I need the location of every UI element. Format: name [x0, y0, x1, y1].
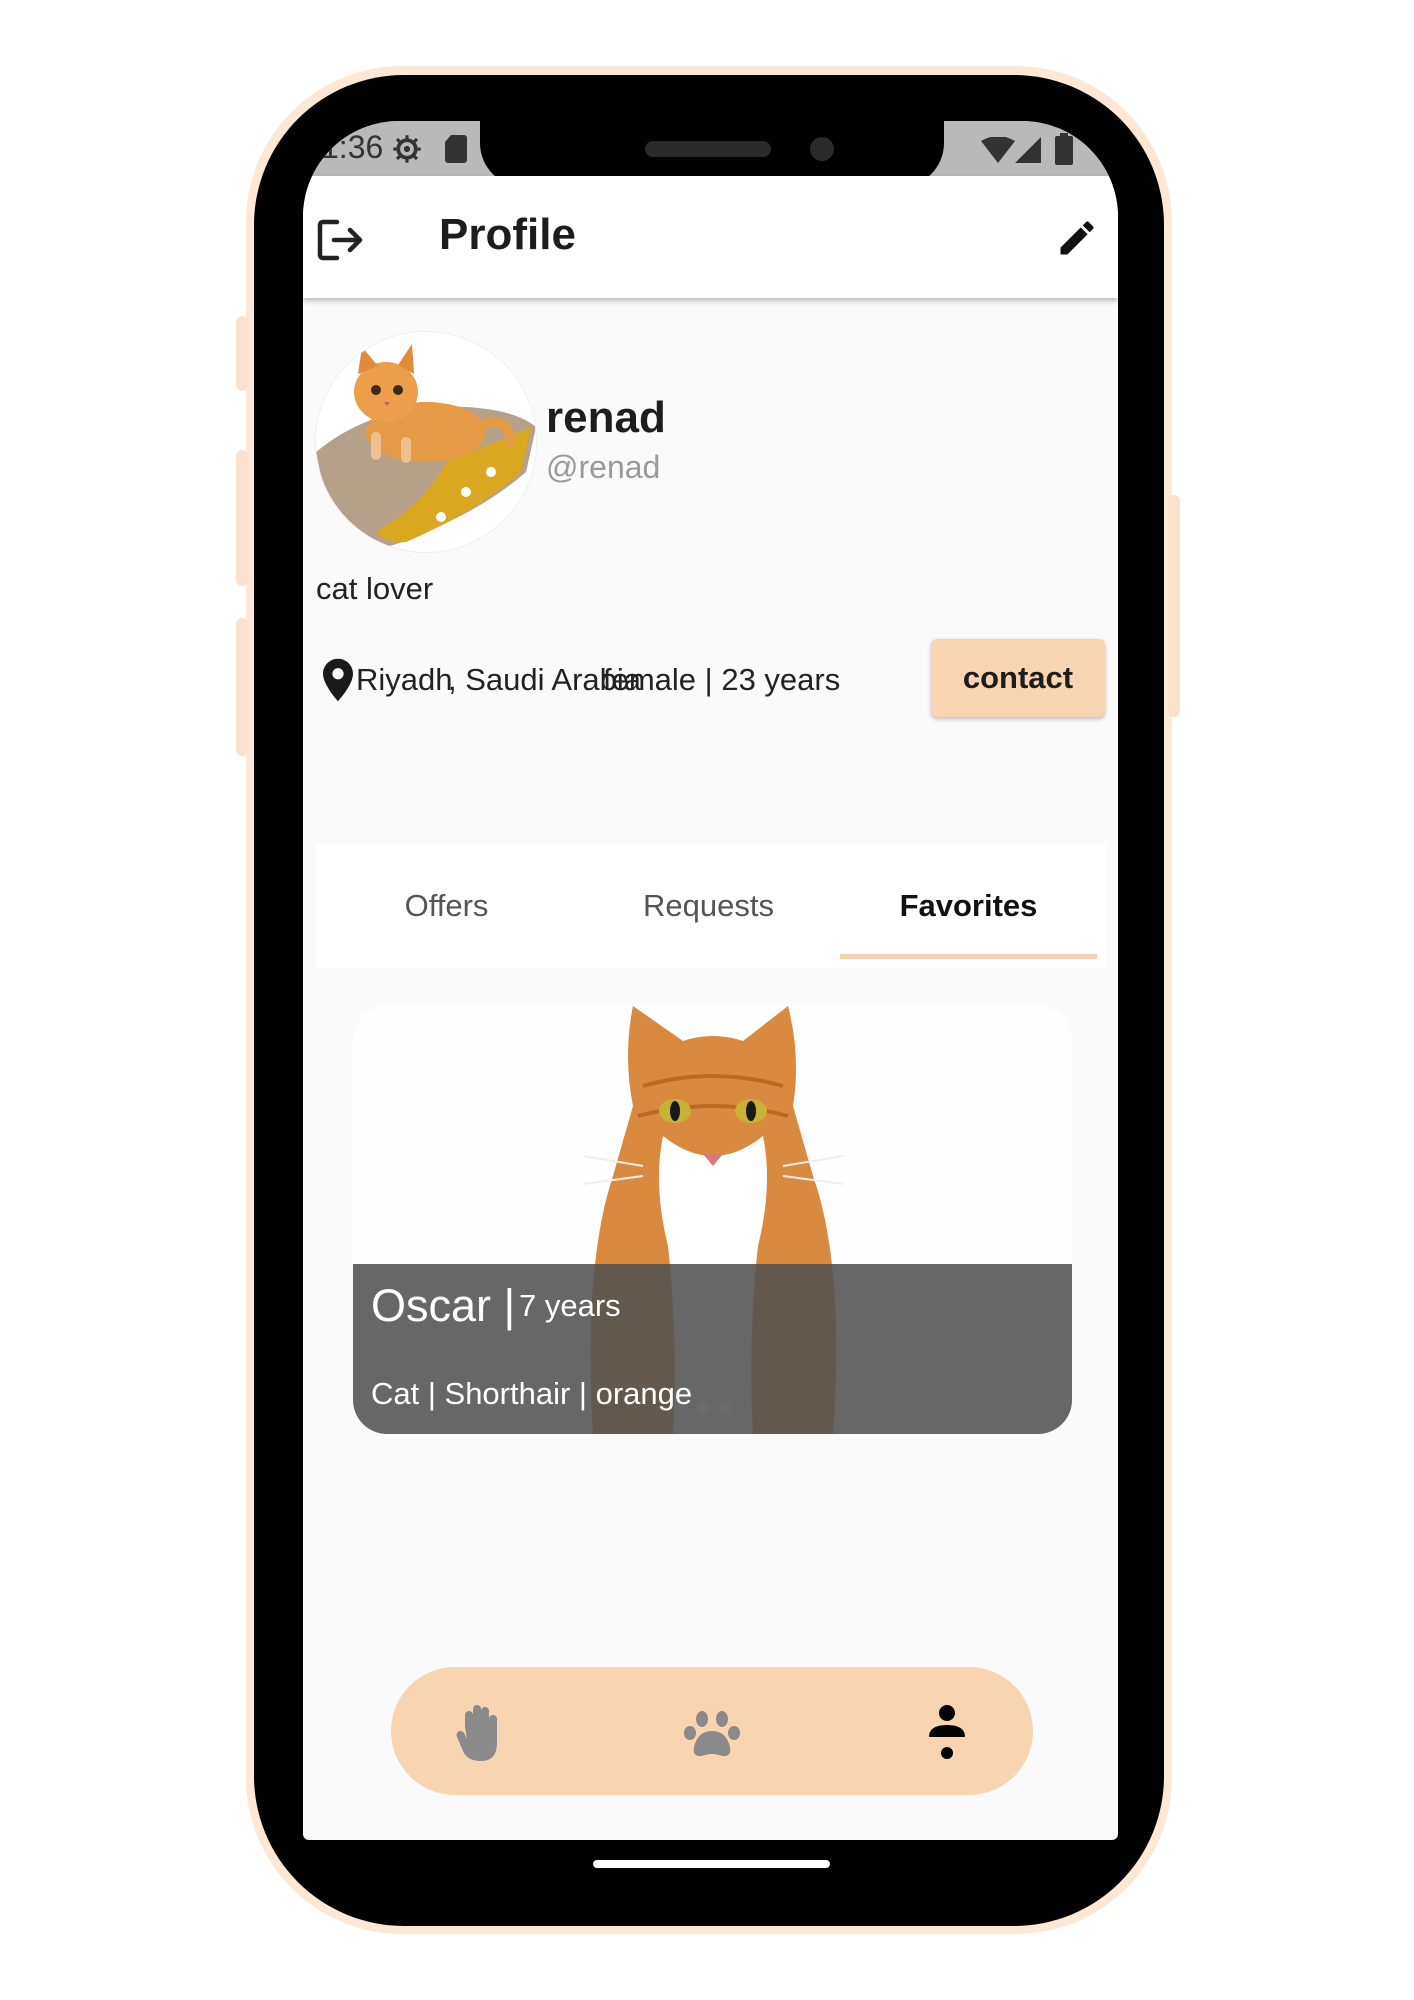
app-bar: Profile — [303, 176, 1118, 298]
hand-icon — [456, 1705, 497, 1761]
screen: 1:36 Profile renad @renad cat lover Riya… — [303, 121, 1118, 1840]
pet-name: Oscar | — [371, 1280, 516, 1331]
paw-icon — [684, 1711, 740, 1757]
avatar-cat-image — [316, 332, 536, 552]
profile-gender-age: female | 23 years — [603, 662, 841, 697]
tab-favorites[interactable]: Favorites — [840, 844, 1097, 968]
profile-tabs: Offers Requests Favorites — [316, 844, 1106, 968]
tab-requests[interactable]: Requests — [577, 844, 840, 968]
favorite-pet-card[interactable]: Oscar | 7 years Cat | Shorthair | orange — [353, 1006, 1072, 1434]
contact-button[interactable]: contact — [931, 639, 1105, 717]
settings-icon — [393, 135, 421, 163]
avatar — [315, 331, 537, 553]
location-pin-icon — [323, 658, 353, 702]
pet-age: 7 years — [519, 1288, 621, 1323]
side-button-mute — [236, 316, 248, 391]
nav-profile[interactable] — [915, 1701, 979, 1765]
profile-info-row: Riyadh , Saudi Arabia female | 23 years — [323, 658, 913, 708]
nav-offers[interactable] — [449, 1701, 513, 1765]
carousel-dot — [719, 1402, 731, 1414]
cellular-signal-icon — [1015, 137, 1041, 163]
profile-bio: cat lover — [316, 571, 434, 606]
pet-info-overlay: Oscar | 7 years Cat | Shorthair | orange — [353, 1264, 1072, 1434]
profile-name: renad — [546, 393, 666, 442]
bottom-nav — [391, 1667, 1033, 1795]
carousel-dot — [697, 1402, 709, 1414]
profile-city: Riyadh — [356, 662, 453, 697]
sd-card-icon — [445, 135, 467, 163]
edit-icon[interactable] — [1055, 216, 1099, 260]
nav-pets[interactable] — [680, 1701, 744, 1765]
home-indicator[interactable] — [593, 1860, 830, 1868]
speaker — [645, 141, 771, 157]
profile-username: @renad — [546, 449, 661, 485]
side-button-power — [1168, 495, 1180, 717]
page-title: Profile — [439, 210, 576, 259]
battery-icon — [1055, 133, 1073, 165]
side-button-volume-up — [236, 450, 248, 586]
status-time: 1:36 — [321, 129, 384, 165]
wifi-icon — [981, 137, 1015, 163]
front-camera — [810, 137, 834, 161]
person-icon — [929, 1705, 965, 1759]
tab-offers[interactable]: Offers — [316, 844, 577, 968]
pet-details: Cat | Shorthair | orange — [371, 1376, 693, 1411]
tab-indicator — [840, 954, 1097, 959]
logout-icon[interactable] — [317, 218, 363, 262]
side-button-volume-down — [236, 618, 248, 756]
